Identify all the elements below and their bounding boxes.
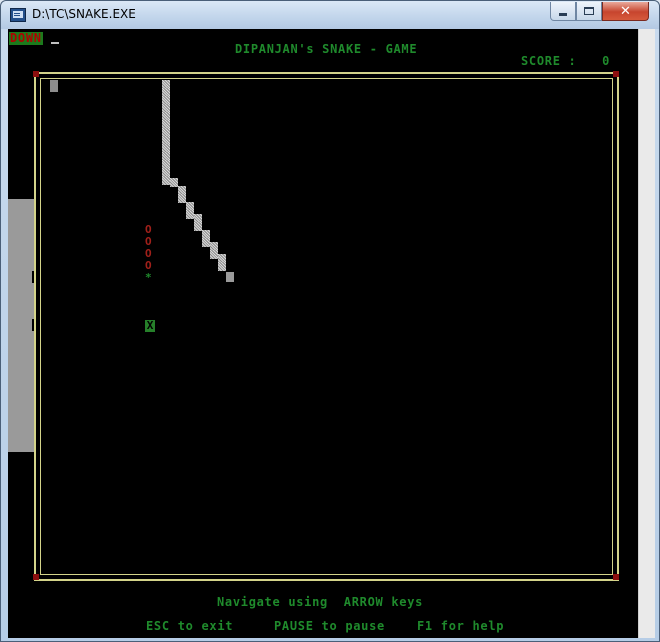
- arena-corner-top-right: [613, 71, 619, 77]
- text-cursor: [51, 42, 59, 44]
- help-f1: F1 for help: [417, 619, 505, 633]
- trail-char: O: [145, 247, 152, 260]
- maximize-button[interactable]: [576, 2, 602, 21]
- console-left-strip: [8, 199, 35, 452]
- score-label: SCORE :: [521, 54, 577, 68]
- arena-block: [50, 80, 58, 92]
- score-value: 0: [602, 54, 610, 68]
- help-esc: ESC to exit: [146, 619, 234, 633]
- food-item: X: [145, 319, 155, 332]
- snake-segment: [194, 222, 202, 231]
- snake-segment: [218, 262, 226, 271]
- marker-char: *: [145, 271, 152, 284]
- snake-segment: [162, 176, 170, 185]
- help-pause: PAUSE to pause: [274, 619, 385, 633]
- snake-segment: [178, 194, 186, 203]
- vertical-scrollbar[interactable]: [638, 29, 655, 638]
- arena-corner-bottom-left: [33, 574, 39, 580]
- snake-segment: [202, 238, 210, 247]
- minimize-icon: [559, 12, 567, 16]
- close-button[interactable]: ✕: [602, 2, 649, 21]
- dos-app-icon[interactable]: [10, 8, 26, 22]
- arena-border-inner: [40, 78, 613, 575]
- maximize-icon: [584, 7, 594, 15]
- direction-indicator: DOWN: [9, 31, 43, 45]
- snake-segment: [170, 178, 178, 187]
- trail-char: O: [145, 259, 152, 272]
- arena-corner-top-left: [33, 71, 39, 77]
- title-bar[interactable]: D:\TC\SNAKE.EXE ✕: [1, 1, 659, 29]
- window-title: D:\TC\SNAKE.EXE: [32, 7, 136, 21]
- help-navigate: Navigate using ARROW keys: [217, 595, 424, 609]
- snake-head: [226, 272, 234, 282]
- trail-char: O: [145, 235, 152, 248]
- game-title: DIPANJAN's SNAKE - GAME: [235, 42, 418, 56]
- minimize-button[interactable]: [550, 2, 576, 21]
- arena-corner-bottom-right: [613, 574, 619, 580]
- close-icon: ✕: [620, 3, 631, 19]
- snake-segment: [186, 210, 194, 219]
- snake-segment: [210, 250, 218, 259]
- trail-char: O: [145, 223, 152, 236]
